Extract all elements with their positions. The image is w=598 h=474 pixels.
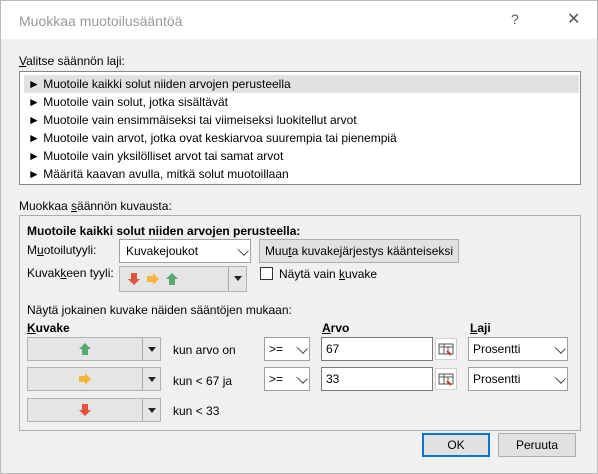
icon-select-2[interactable] (27, 367, 161, 391)
format-style-label: Muotoilutyyli: (27, 243, 97, 257)
format-style-value: Kuvakejoukot (126, 244, 199, 258)
operator-select-2[interactable]: >= (264, 367, 310, 391)
rule-type-item[interactable]: ► Muotoile vain yksilölliset arvot tai s… (24, 147, 579, 165)
show-icon-only-checkbox[interactable] (260, 267, 273, 280)
condition-text: kun < 33 (173, 404, 220, 418)
down-arrow-icon (79, 404, 91, 416)
icon-select-3[interactable] (27, 398, 161, 422)
value-input-1[interactable]: 67 (321, 337, 433, 361)
close-icon[interactable]: ✕ (567, 9, 580, 29)
reverse-icon-order-button[interactable]: Muuta kuvakejärjestys käänteiseksi (259, 239, 459, 263)
icon-select-1[interactable] (27, 337, 161, 361)
up-arrow-icon (166, 273, 178, 285)
chevron-down-icon (291, 338, 309, 360)
chevron-down-icon (142, 338, 160, 360)
chevron-down-icon (228, 267, 246, 291)
rule-type-heading: Valitse säännön laji: (19, 54, 125, 68)
chevron-down-icon (291, 368, 309, 390)
type-select-1[interactable]: Prosentti (468, 337, 568, 361)
condition-text: kun arvo on (173, 343, 236, 357)
conditional-format-dialog: Muokkaa muotoilusääntöä ? ✕ Valitse sään… (0, 0, 598, 474)
rule-type-item[interactable]: ► Muotoile vain ensimmäiseksi tai viimei… (24, 111, 579, 129)
condition-text: kun < 67 ja (173, 374, 233, 388)
chevron-down-icon (549, 338, 567, 360)
column-header-icon: Kuvake (27, 321, 70, 335)
icon-style-select[interactable] (119, 266, 247, 292)
type-select-2[interactable]: Prosentti (468, 367, 568, 391)
rule-type-list[interactable]: ► Muotoile kaikki solut niiden arvojen p… (19, 71, 581, 185)
chevron-down-icon (142, 399, 160, 421)
up-arrow-icon (79, 343, 91, 355)
down-arrow-icon (128, 273, 140, 285)
window-title: Muokkaa muotoilusääntöä (19, 13, 183, 29)
column-header-value: Arvo (322, 321, 350, 335)
right-arrow-icon (147, 273, 159, 285)
format-style-select[interactable]: Kuvakejoukot (119, 239, 251, 263)
rule-type-item[interactable]: ► Muotoile vain solut, jotka sisältävät (24, 93, 579, 111)
ok-button[interactable]: OK (422, 433, 490, 457)
description-heading: Muokkaa säännön kuvausta: (19, 199, 172, 213)
icon-style-label: Kuvakkeen tyyli: (27, 266, 114, 280)
cancel-button[interactable]: Peruuta (498, 433, 576, 457)
right-arrow-icon (79, 373, 91, 385)
help-icon[interactable]: ? (511, 11, 519, 27)
rule-type-item[interactable]: ► Määritä kaavan avulla, mitkä solut muo… (24, 165, 579, 183)
title-bar: Muokkaa muotoilusääntöä ? ✕ (1, 1, 597, 39)
column-header-type: Laji (470, 321, 491, 335)
rule-type-item[interactable]: ► Muotoile kaikki solut niiden arvojen p… (24, 75, 579, 93)
value-input-2[interactable]: 33 (321, 367, 433, 391)
chevron-down-icon (142, 368, 160, 390)
rule-type-item[interactable]: ► Muotoile vain arvot, jotka ovat keskia… (24, 129, 579, 147)
range-select-icon[interactable] (435, 368, 457, 390)
description-title: Muotoile kaikki solut niiden arvojen per… (27, 224, 301, 238)
chevron-down-icon (232, 240, 250, 262)
operator-select-1[interactable]: >= (264, 337, 310, 361)
display-rules-label: Näytä jokainen kuvake näiden sääntöjen m… (27, 303, 292, 317)
chevron-down-icon (549, 368, 567, 390)
show-icon-only-label: Näytä vain kuvake (279, 267, 378, 281)
range-select-icon[interactable] (435, 338, 457, 360)
